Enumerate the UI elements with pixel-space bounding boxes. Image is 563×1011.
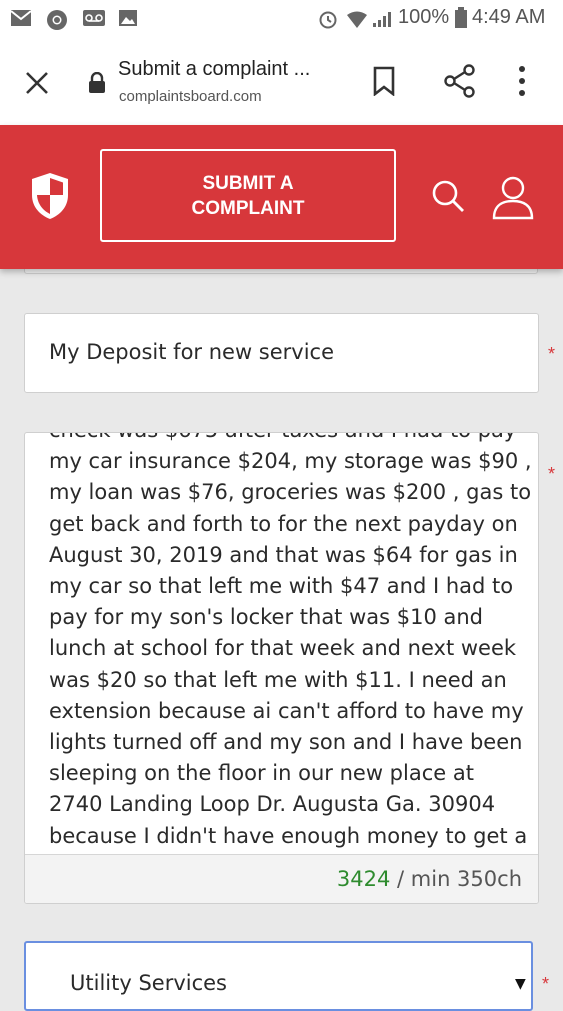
description-line: my car so that left me with $47 and I ha… bbox=[49, 574, 514, 599]
complaint-title-value: My Deposit for new service bbox=[49, 340, 335, 364]
close-icon bbox=[26, 72, 48, 94]
description-required-mark: * bbox=[548, 464, 556, 484]
lock-icon[interactable] bbox=[88, 71, 106, 98]
shield-logo-icon[interactable] bbox=[29, 171, 71, 225]
chrome-icon bbox=[46, 9, 68, 35]
submit-complaint-button[interactable]: SUBMIT A COMPLAINT bbox=[100, 149, 396, 242]
bookmark-button[interactable] bbox=[372, 66, 396, 100]
description-line: lights turned off and my son and I have … bbox=[49, 730, 523, 755]
description-line: lunch at school for that week and next w… bbox=[49, 636, 517, 661]
character-counter-bar: 3424 / min 350ch bbox=[25, 854, 538, 903]
wifi-icon bbox=[346, 11, 368, 33]
mail-icon bbox=[10, 9, 32, 31]
more-menu-button[interactable] bbox=[517, 64, 527, 102]
dropdown-arrow-icon: ▼ bbox=[515, 976, 526, 992]
bookmark-icon bbox=[373, 66, 395, 97]
character-minimum: / min 350ch bbox=[390, 867, 522, 891]
share-button[interactable] bbox=[443, 64, 477, 102]
description-line: August 30, 2019 and that was $64 for gas… bbox=[49, 542, 518, 567]
browser-toolbar: Submit a complaint ... complaintsboard.c… bbox=[0, 38, 563, 126]
category-selected-value: Utility Services bbox=[70, 971, 227, 995]
search-button[interactable] bbox=[430, 178, 466, 218]
search-icon bbox=[432, 180, 464, 212]
category-required-mark: * bbox=[542, 974, 550, 994]
user-account-button[interactable] bbox=[491, 175, 535, 225]
description-line: was $20 so that left me with $11. I need… bbox=[49, 667, 507, 692]
category-select[interactable]: Utility Services ▼ bbox=[24, 941, 533, 1011]
character-counter: 3424 / min 350ch bbox=[337, 867, 522, 891]
voicemail-icon bbox=[82, 9, 106, 31]
battery-percent: 100% bbox=[398, 6, 450, 28]
description-line: get back and forth to for the next payda… bbox=[49, 511, 518, 536]
alarm-icon bbox=[318, 9, 338, 33]
battery-icon bbox=[454, 7, 468, 33]
description-line: check was $675 after taxes and I had to … bbox=[49, 433, 519, 446]
complaint-description-textarea[interactable]: check was $675 after taxes and I had to … bbox=[24, 432, 539, 904]
page-title[interactable]: Submit a complaint ... bbox=[118, 58, 310, 81]
page-url[interactable]: complaintsboard.com bbox=[119, 88, 262, 105]
description-text: check was $675 after taxes and I had to … bbox=[49, 433, 532, 852]
description-line: because I didn't have enough money to ge… bbox=[49, 823, 528, 848]
description-line: 2740 Landing Loop Dr. Augusta Ga. 30904 bbox=[49, 792, 496, 817]
submit-button-line2: COMPLAINT bbox=[191, 197, 305, 219]
share-icon bbox=[444, 64, 475, 98]
description-line: pay for my son's locker that was $10 and bbox=[49, 605, 484, 630]
description-line: my car insurance $204, my storage was $9… bbox=[49, 449, 532, 474]
character-count: 3424 bbox=[336, 867, 391, 891]
clock: 4:49 AM bbox=[472, 6, 546, 28]
user-icon bbox=[492, 176, 534, 220]
description-line: my loan was $76, groceries was $200 , ga… bbox=[49, 480, 532, 505]
description-line: extension because ai can't afford to hav… bbox=[49, 698, 524, 723]
title-required-mark: * bbox=[548, 344, 556, 364]
description-line: sleeping on the floor in our new place a… bbox=[49, 761, 474, 786]
submit-button-line1: SUBMIT A bbox=[202, 172, 294, 194]
site-header: SUBMIT A COMPLAINT bbox=[0, 125, 563, 269]
image-icon bbox=[118, 9, 138, 31]
more-vertical-icon bbox=[519, 66, 525, 96]
complaint-title-input[interactable]: My Deposit for new service bbox=[24, 313, 539, 393]
signal-icon bbox=[372, 10, 394, 32]
close-tab-button[interactable] bbox=[22, 68, 52, 98]
status-bar: 100% 4:49 AM bbox=[0, 0, 563, 38]
